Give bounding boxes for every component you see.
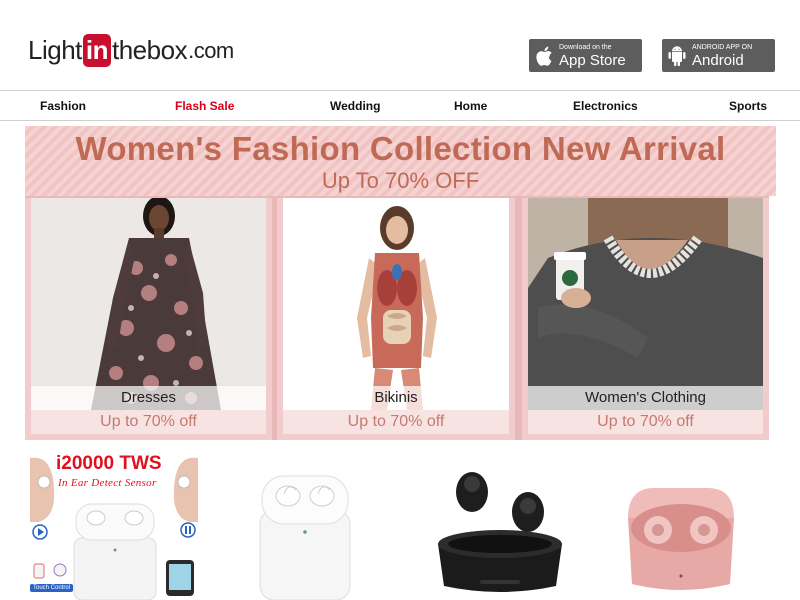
product-subtitle: In Ear Detect Sensor: [58, 477, 157, 489]
app-store-small-label: Download on the: [559, 43, 612, 51]
category-card-womens-clothing[interactable]: Women's Clothing Up to 70% off: [522, 198, 769, 440]
nav-item-sports[interactable]: Sports: [729, 99, 767, 113]
card-offer: Up to 70% off: [528, 410, 763, 434]
android-app-button[interactable]: ANDROID APP ON Android: [662, 39, 775, 72]
nav-item-home[interactable]: Home: [454, 99, 487, 113]
apple-icon: [529, 39, 559, 72]
logo-text-highlight: in: [82, 34, 111, 67]
banner-header: Women's Fashion Collection New Arrival U…: [25, 126, 776, 196]
site-logo[interactable]: Light in thebox .com: [28, 34, 234, 67]
logo-text-pre: Light: [28, 35, 82, 65]
product-title: i20000 TWS: [56, 453, 162, 474]
nav-item-electronics[interactable]: Electronics: [573, 99, 638, 113]
nav-item-fashion[interactable]: Fashion: [40, 99, 86, 113]
site-header: Light in thebox .com Download on the App…: [0, 0, 800, 90]
promo-banner[interactable]: Women's Fashion Collection New Arrival U…: [25, 126, 776, 440]
card-name: Bikinis: [283, 386, 509, 410]
logo-text-suffix: .com: [188, 37, 234, 63]
product-tile-tws-earbuds[interactable]: i20000 TWS In Ear Detect Sensor Touch Co…: [26, 448, 202, 600]
category-card-bikinis[interactable]: Bikinis Up to 70% off: [277, 198, 515, 440]
card-name: Dresses: [31, 386, 266, 410]
product-tile-white-earbuds[interactable]: [240, 448, 370, 600]
bikinis-image: [283, 198, 509, 410]
app-store-button[interactable]: Download on the App Store: [529, 39, 642, 72]
card-offer: Up to 70% off: [283, 410, 509, 434]
product-tile-pink-earbuds[interactable]: [614, 448, 748, 600]
android-small-label: ANDROID APP ON: [692, 43, 753, 51]
banner-subtitle: Up To 70% OFF: [321, 168, 480, 193]
banner-title: Women's Fashion Collection New Arrival: [75, 130, 726, 167]
nav-item-wedding[interactable]: Wedding: [330, 99, 380, 113]
category-card-dresses[interactable]: Dresses Up to 70% off: [25, 198, 272, 440]
dresses-image: [31, 198, 266, 410]
android-big-label: Android: [692, 51, 744, 69]
card-offer: Up to 70% off: [31, 410, 266, 434]
product-tile-black-earbuds[interactable]: [420, 448, 580, 600]
main-nav: Fashion Flash Sale Wedding Home Electron…: [0, 90, 800, 121]
app-store-big-label: App Store: [559, 51, 626, 69]
nav-item-flash-sale[interactable]: Flash Sale: [175, 99, 234, 113]
touch-control-label: Touch Control: [30, 584, 74, 592]
logo-text-post: thebox: [112, 35, 188, 65]
womens-clothing-image: [528, 198, 763, 410]
card-name: Women's Clothing: [528, 386, 763, 410]
android-icon: [662, 39, 692, 72]
